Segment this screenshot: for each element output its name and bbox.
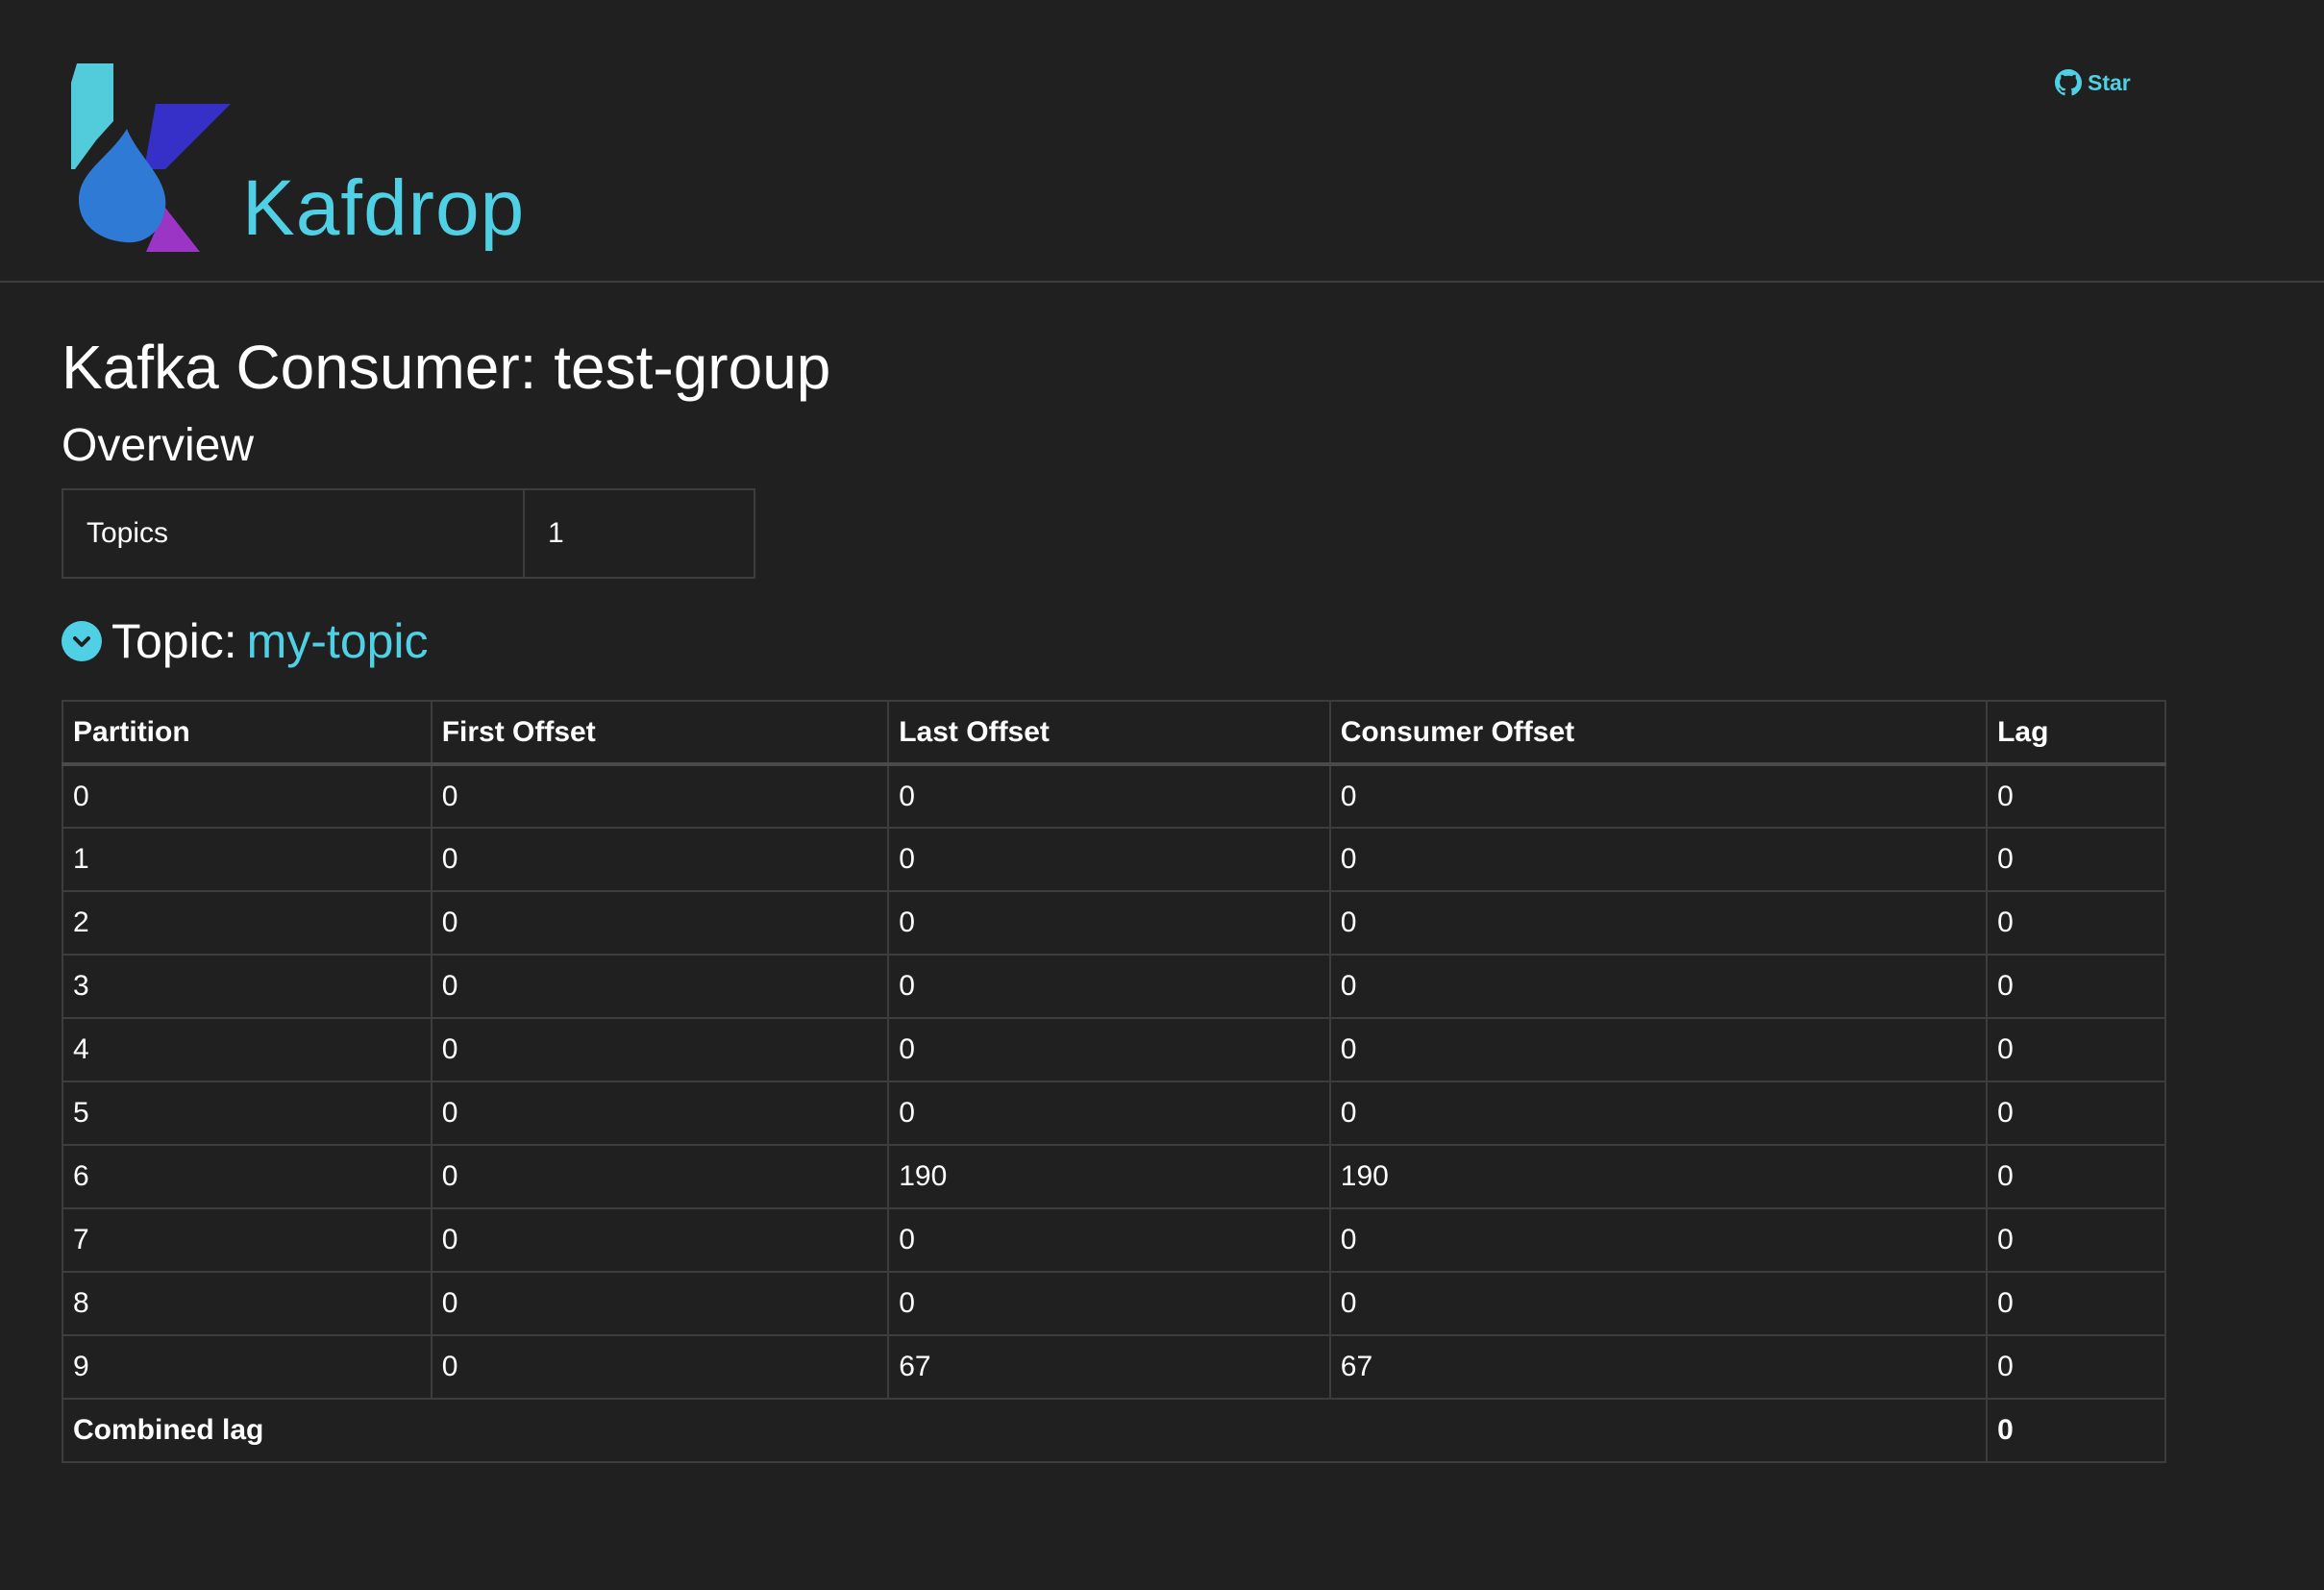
- partition-table: Partition First Offset Last Offset Consu…: [61, 700, 2166, 1463]
- cell-partition: 6: [62, 1144, 433, 1209]
- cell-first-offset: 0: [430, 1271, 890, 1336]
- header-partition: Partition: [62, 700, 433, 766]
- table-row: 8 0 0 0 0: [62, 1271, 2166, 1336]
- cell-last-offset: 0: [887, 763, 1331, 829]
- cell-partition: 0: [62, 763, 433, 829]
- table-row: 5 0 0 0 0: [62, 1081, 2166, 1146]
- combined-lag-label: Combined lag: [61, 1398, 1989, 1463]
- kafdrop-logo[interactable]: [71, 63, 231, 252]
- cell-first-offset: 0: [430, 1207, 890, 1273]
- cell-lag: 0: [1986, 1017, 2166, 1082]
- overview-row: Topics 1: [62, 488, 755, 579]
- header-first-offset: First Offset: [430, 700, 890, 766]
- overview-heading: Overview: [62, 420, 255, 471]
- cell-first-offset: 0: [430, 1081, 890, 1146]
- cell-last-offset: 0: [887, 827, 1331, 892]
- combined-lag-value: 0: [1986, 1398, 2166, 1463]
- cell-lag: 0: [1986, 890, 2166, 956]
- cell-consumer-offset: 67: [1328, 1334, 1989, 1400]
- app-header: Kafdrop Star: [0, 0, 2324, 283]
- header-lag: Lag: [1986, 700, 2166, 766]
- table-row: 1 0 0 0 0: [62, 827, 2166, 892]
- cell-partition: 7: [62, 1207, 433, 1273]
- topic-link[interactable]: my-topic: [247, 613, 429, 669]
- topic-prefix: Topic:: [111, 614, 237, 668]
- cell-consumer-offset: 0: [1328, 1081, 1989, 1146]
- cell-first-offset: 0: [430, 1144, 890, 1209]
- cell-last-offset: 0: [887, 890, 1331, 956]
- cell-first-offset: 0: [430, 890, 890, 956]
- cell-partition: 5: [62, 1081, 433, 1146]
- cell-lag: 0: [1986, 827, 2166, 892]
- cell-consumer-offset: 0: [1328, 890, 1989, 956]
- combined-lag-row: Combined lag 0: [61, 1398, 2166, 1463]
- cell-lag: 0: [1986, 1334, 2166, 1400]
- overview-table: Topics 1: [62, 488, 755, 579]
- cell-last-offset: 190: [887, 1144, 1331, 1209]
- cell-partition: 8: [62, 1271, 433, 1336]
- cell-last-offset: 0: [887, 1081, 1331, 1146]
- table-row: 9 0 67 67 0: [62, 1334, 2166, 1400]
- cell-lag: 0: [1986, 1271, 2166, 1336]
- cell-partition: 4: [62, 1017, 433, 1082]
- cell-partition: 9: [62, 1334, 433, 1400]
- header-last-offset: Last Offset: [887, 700, 1331, 766]
- github-star-button[interactable]: Star: [2055, 69, 2131, 96]
- overview-label: Topics: [62, 488, 525, 579]
- page-title: Kafka Consumer: test-group: [62, 333, 831, 402]
- cell-lag: 0: [1986, 1144, 2166, 1209]
- cell-first-offset: 0: [430, 954, 890, 1019]
- table-row: 0 0 0 0 0: [62, 763, 2166, 829]
- cell-lag: 0: [1986, 1081, 2166, 1146]
- cell-partition: 1: [62, 827, 433, 892]
- cell-last-offset: 0: [887, 1207, 1331, 1273]
- cell-partition: 3: [62, 954, 433, 1019]
- overview-value: 1: [523, 488, 755, 579]
- star-label: Star: [2088, 69, 2131, 95]
- cell-consumer-offset: 0: [1328, 1207, 1989, 1273]
- github-icon: [2055, 69, 2082, 96]
- chevron-down-circle-icon[interactable]: [62, 621, 102, 661]
- brand-title[interactable]: Kafdrop: [242, 169, 525, 248]
- table-row: 2 0 0 0 0: [62, 890, 2166, 956]
- table-row: 3 0 0 0 0: [62, 954, 2166, 1019]
- table-row: 6 0 190 190 0: [62, 1144, 2166, 1209]
- cell-first-offset: 0: [430, 827, 890, 892]
- cell-last-offset: 67: [887, 1334, 1331, 1400]
- topic-toggle[interactable]: Topic: my-topic: [62, 608, 429, 675]
- cell-consumer-offset: 0: [1328, 1271, 1989, 1336]
- cell-last-offset: 0: [887, 1271, 1331, 1336]
- cell-consumer-offset: 190: [1328, 1144, 1989, 1209]
- cell-lag: 0: [1986, 954, 2166, 1019]
- cell-last-offset: 0: [887, 1017, 1331, 1082]
- cell-partition: 2: [62, 890, 433, 956]
- cell-consumer-offset: 0: [1328, 763, 1989, 829]
- cell-consumer-offset: 0: [1328, 1017, 1989, 1082]
- cell-first-offset: 0: [430, 763, 890, 829]
- cell-last-offset: 0: [887, 954, 1331, 1019]
- table-header-row: Partition First Offset Last Offset Consu…: [62, 700, 2166, 766]
- header-consumer-offset: Consumer Offset: [1328, 700, 1989, 766]
- table-row: 4 0 0 0 0: [62, 1017, 2166, 1082]
- cell-consumer-offset: 0: [1328, 827, 1989, 892]
- table-row: 7 0 0 0 0: [62, 1207, 2166, 1273]
- cell-lag: 0: [1986, 1207, 2166, 1273]
- cell-consumer-offset: 0: [1328, 954, 1989, 1019]
- cell-lag: 0: [1986, 763, 2166, 829]
- cell-first-offset: 0: [430, 1017, 890, 1082]
- cell-first-offset: 0: [430, 1334, 890, 1400]
